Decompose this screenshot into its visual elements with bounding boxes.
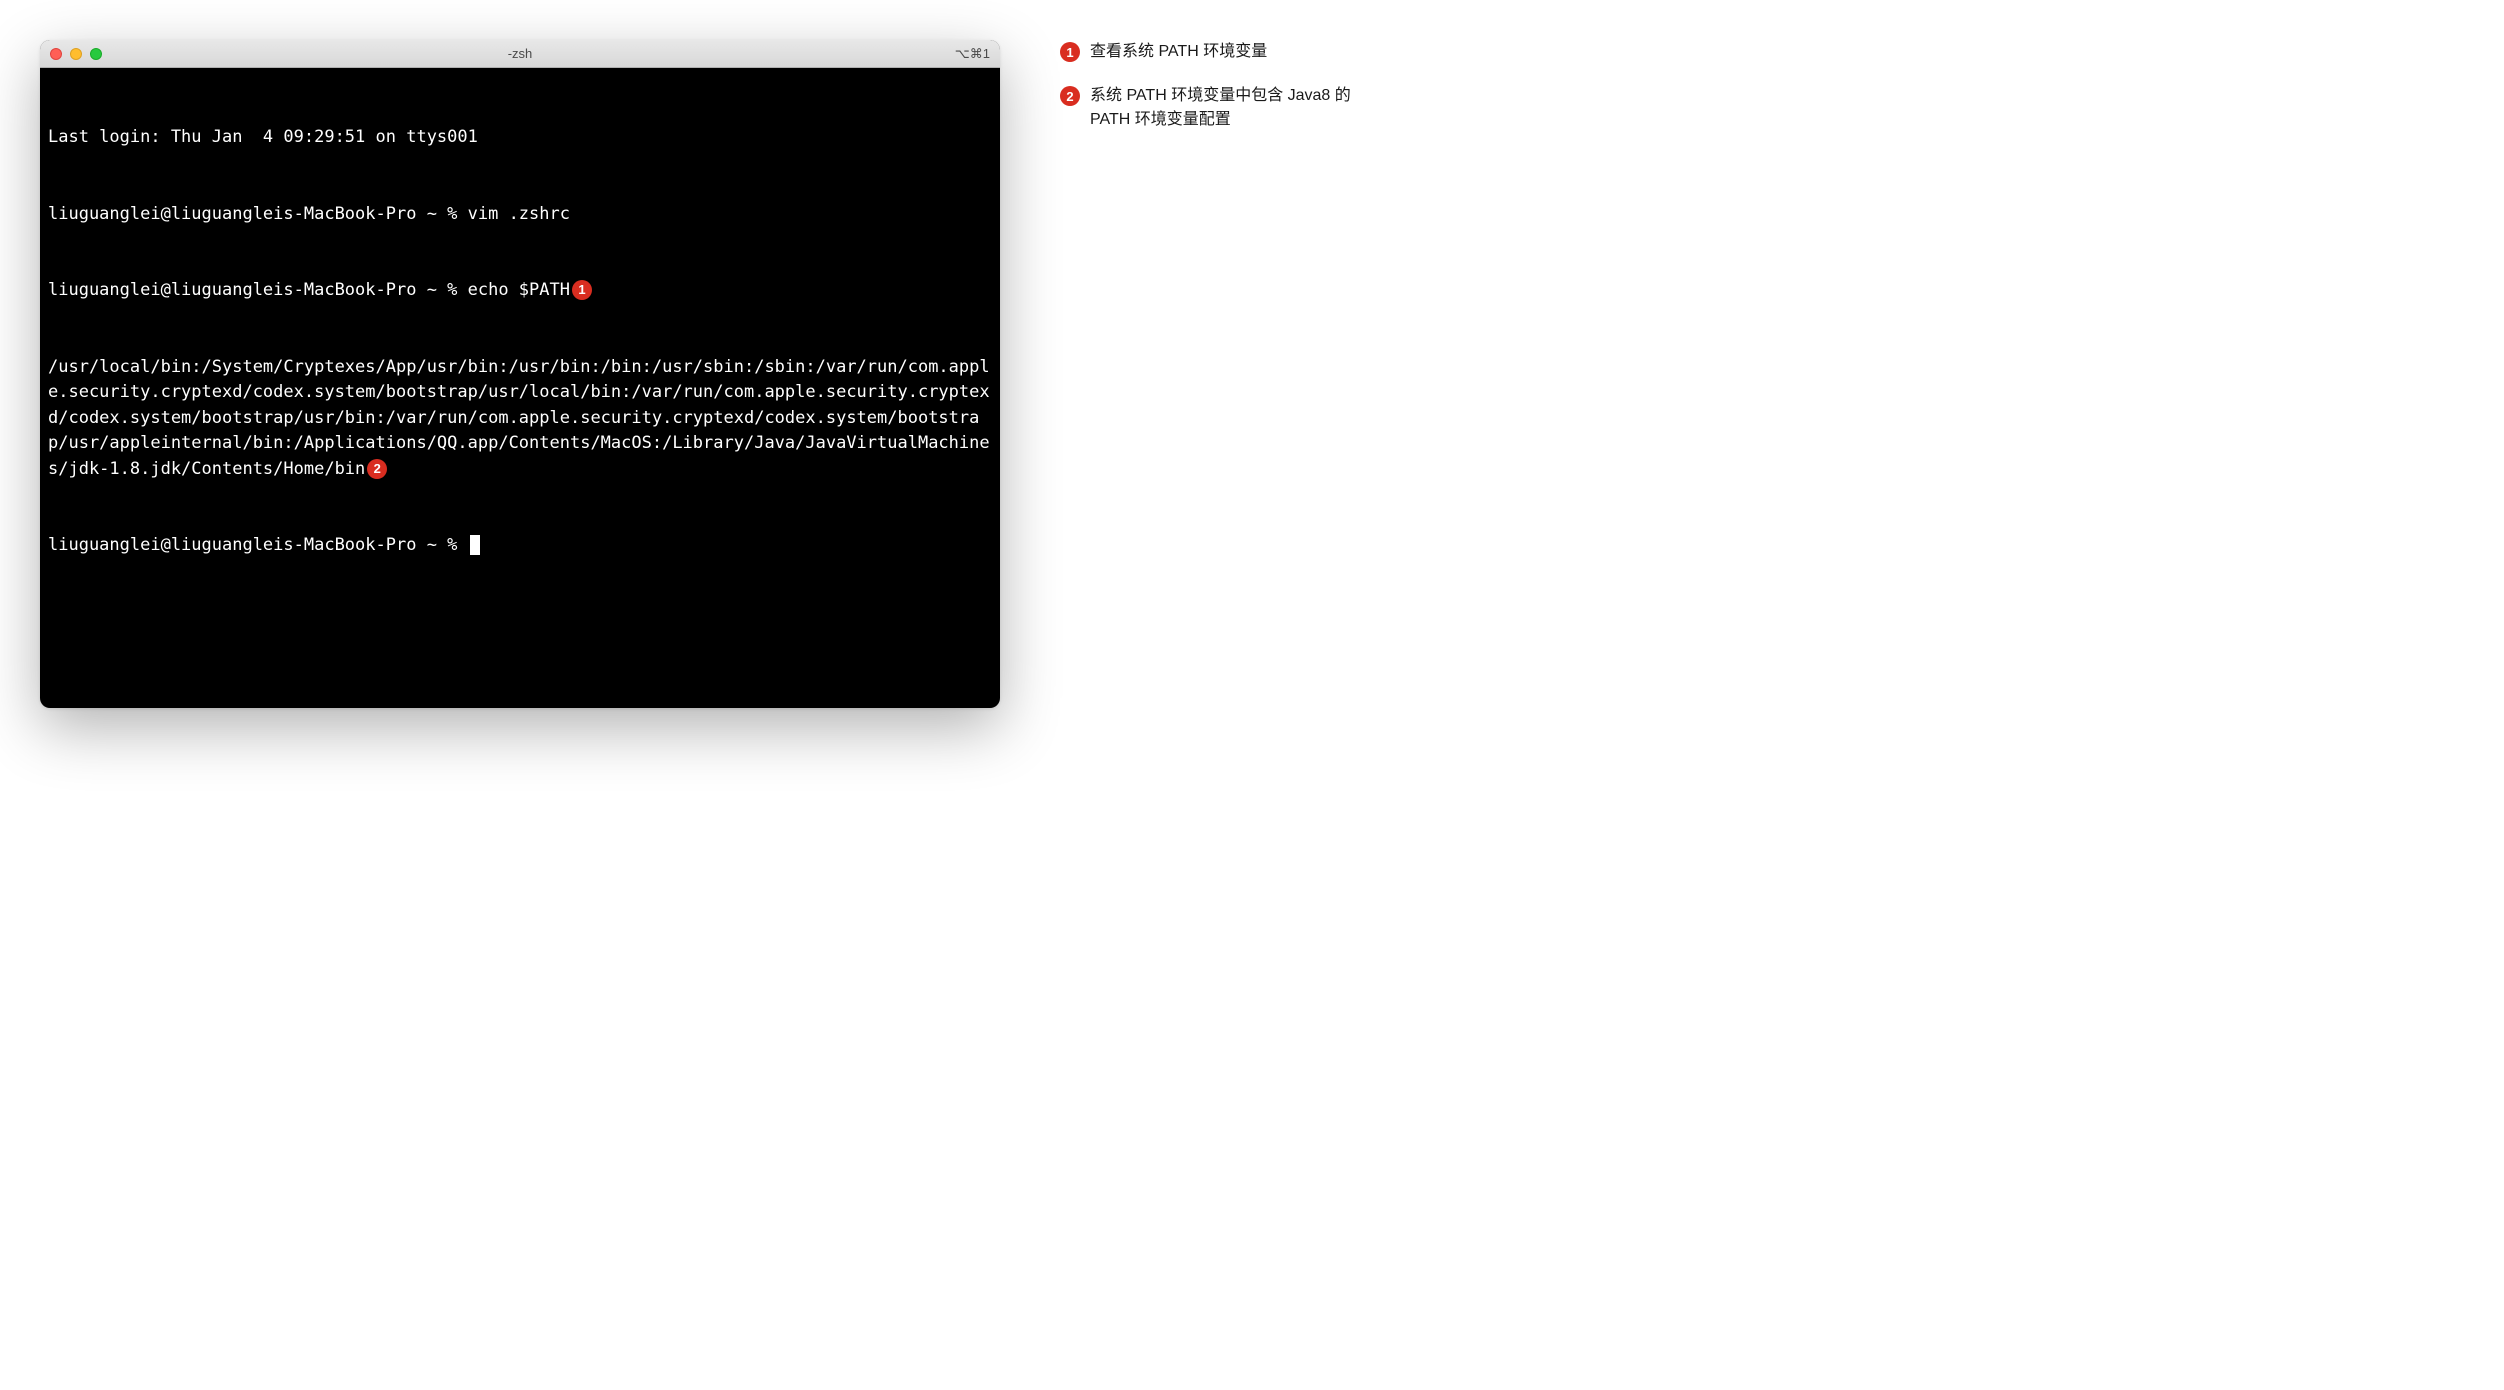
- annotation-item-1: 1 查看系统 PATH 环境变量: [1060, 40, 1370, 64]
- annotation-badge-1-legend: 1: [1060, 42, 1080, 62]
- terminal-line-login: Last login: Thu Jan 4 09:29:51 on ttys00…: [48, 125, 992, 151]
- terminal-window: -zsh ⌥⌘1 Last login: Thu Jan 4 09:29:51 …: [40, 40, 1000, 708]
- minimize-button[interactable]: [70, 48, 82, 60]
- window-titlebar[interactable]: -zsh ⌥⌘1: [40, 40, 1000, 68]
- cursor: [470, 535, 480, 555]
- window-shortcut-label: ⌥⌘1: [955, 46, 990, 62]
- annotation-item-2: 2 系统 PATH 环境变量中包含 Java8 的PATH 环境变量配置: [1060, 84, 1370, 132]
- annotation-badge-1: 1: [572, 280, 592, 300]
- annotation-badge-2-legend: 2: [1060, 86, 1080, 106]
- window-title: -zsh: [508, 46, 533, 61]
- annotation-text-1: 查看系统 PATH 环境变量: [1090, 40, 1267, 64]
- annotations-panel: 1 查看系统 PATH 环境变量 2 系统 PATH 环境变量中包含 Java8…: [1060, 40, 1370, 132]
- terminal-line-vim: liuguanglei@liuguangleis-MacBook-Pro ~ %…: [48, 202, 992, 228]
- login-text: Last login: Thu Jan 4 09:29:51 on ttys00…: [48, 127, 478, 147]
- terminal-line-path-output: /usr/local/bin:/System/Cryptexes/App/usr…: [48, 355, 992, 483]
- close-button[interactable]: [50, 48, 62, 60]
- terminal-body[interactable]: Last login: Thu Jan 4 09:29:51 on ttys00…: [40, 68, 1000, 708]
- vim-command-text: liuguanglei@liuguangleis-MacBook-Pro ~ %…: [48, 204, 570, 224]
- traffic-lights: [50, 48, 102, 60]
- terminal-line-prompt: liuguanglei@liuguangleis-MacBook-Pro ~ %: [48, 533, 992, 559]
- annotation-text-2: 系统 PATH 环境变量中包含 Java8 的PATH 环境变量配置: [1090, 84, 1370, 132]
- terminal-line-echo: liuguanglei@liuguangleis-MacBook-Pro ~ %…: [48, 278, 992, 304]
- prompt-text: liuguanglei@liuguangleis-MacBook-Pro ~ %: [48, 535, 468, 555]
- path-output-text: /usr/local/bin:/System/Cryptexes/App/usr…: [48, 357, 990, 479]
- annotation-badge-2: 2: [367, 459, 387, 479]
- maximize-button[interactable]: [90, 48, 102, 60]
- echo-command-text: liuguanglei@liuguangleis-MacBook-Pro ~ %…: [48, 280, 570, 300]
